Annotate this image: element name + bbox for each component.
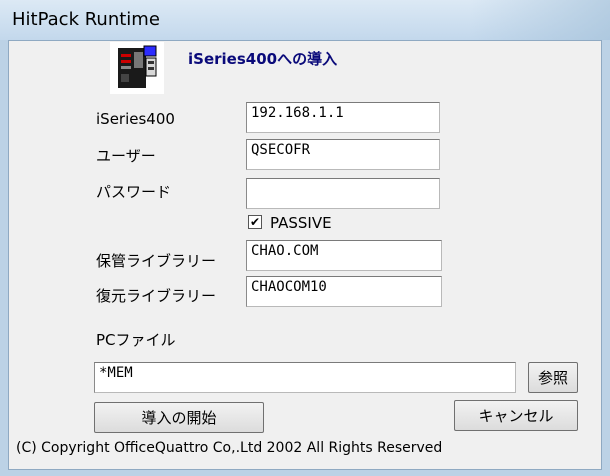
passive-label[interactable]: PASSIVE (270, 214, 332, 232)
browse-button[interactable]: 参照 (528, 362, 578, 393)
window-title: HitPack Runtime (12, 9, 160, 30)
restore-library-input[interactable]: CHAOCOM10 (246, 276, 442, 307)
page-title: iSeries400への導入 (188, 50, 338, 68)
user-label: ユーザー (96, 147, 156, 165)
pcfile-label: PCファイル (96, 331, 176, 349)
start-install-button[interactable]: 導入の開始 (94, 402, 264, 433)
host-label: iSeries400 (96, 110, 175, 128)
host-input[interactable]: 192.168.1.1 (246, 102, 440, 133)
copyright-text: (C) Copyright OfficeQuattro Co,.Ltd 2002… (16, 440, 443, 456)
pcfile-input[interactable]: *MEM (94, 362, 516, 393)
password-label: パスワード (96, 183, 172, 201)
user-input[interactable]: QSECOFR (246, 139, 440, 170)
server-machine-icon (110, 42, 164, 94)
title-bar[interactable]: HitPack Runtime (0, 0, 610, 40)
save-library-input[interactable]: CHAO.COM (246, 240, 442, 271)
title-bar-backdrop (470, 0, 610, 40)
restore-library-label: 復元ライブラリー (96, 287, 217, 305)
passive-checkbox[interactable]: ✔ (248, 215, 262, 229)
password-input[interactable] (246, 178, 440, 209)
save-library-label: 保管ライブラリー (96, 252, 217, 270)
cancel-button[interactable]: キャンセル (454, 400, 578, 431)
